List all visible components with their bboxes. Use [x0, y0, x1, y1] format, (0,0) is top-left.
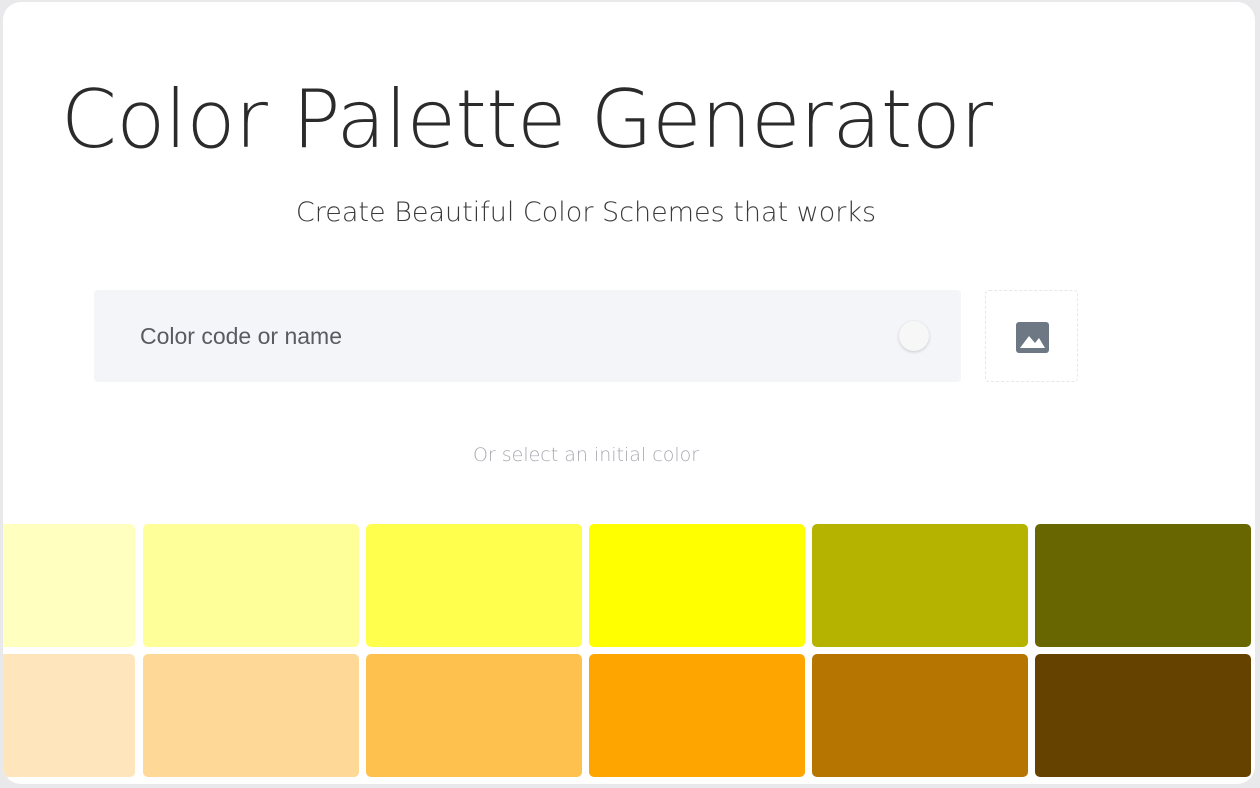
color-swatch[interactable] [812, 524, 1028, 647]
app-frame: Color Palette Generator Create Beautiful… [3, 2, 1255, 784]
color-swatch[interactable] [366, 524, 582, 647]
color-swatch[interactable] [143, 524, 359, 647]
color-swatch[interactable] [3, 654, 135, 777]
page-subtitle: Create Beautiful Color Schemes that work… [295, 197, 877, 228]
image-icon [1016, 322, 1049, 353]
page-title: Color Palette Generator [61, 73, 993, 166]
color-search-input[interactable] [140, 290, 880, 382]
color-swatch[interactable] [143, 654, 359, 777]
color-preview-dot[interactable] [899, 321, 929, 351]
color-swatch[interactable] [1035, 654, 1251, 777]
color-swatch[interactable] [1035, 524, 1251, 647]
color-swatch[interactable] [589, 524, 805, 647]
upload-image-button[interactable] [985, 290, 1078, 382]
color-search-box [94, 290, 961, 382]
color-swatch[interactable] [3, 524, 135, 647]
color-swatch[interactable] [366, 654, 582, 777]
color-swatch[interactable] [812, 654, 1028, 777]
color-swatch[interactable] [589, 654, 805, 777]
initial-color-hint: Or select an initial color [472, 444, 700, 466]
